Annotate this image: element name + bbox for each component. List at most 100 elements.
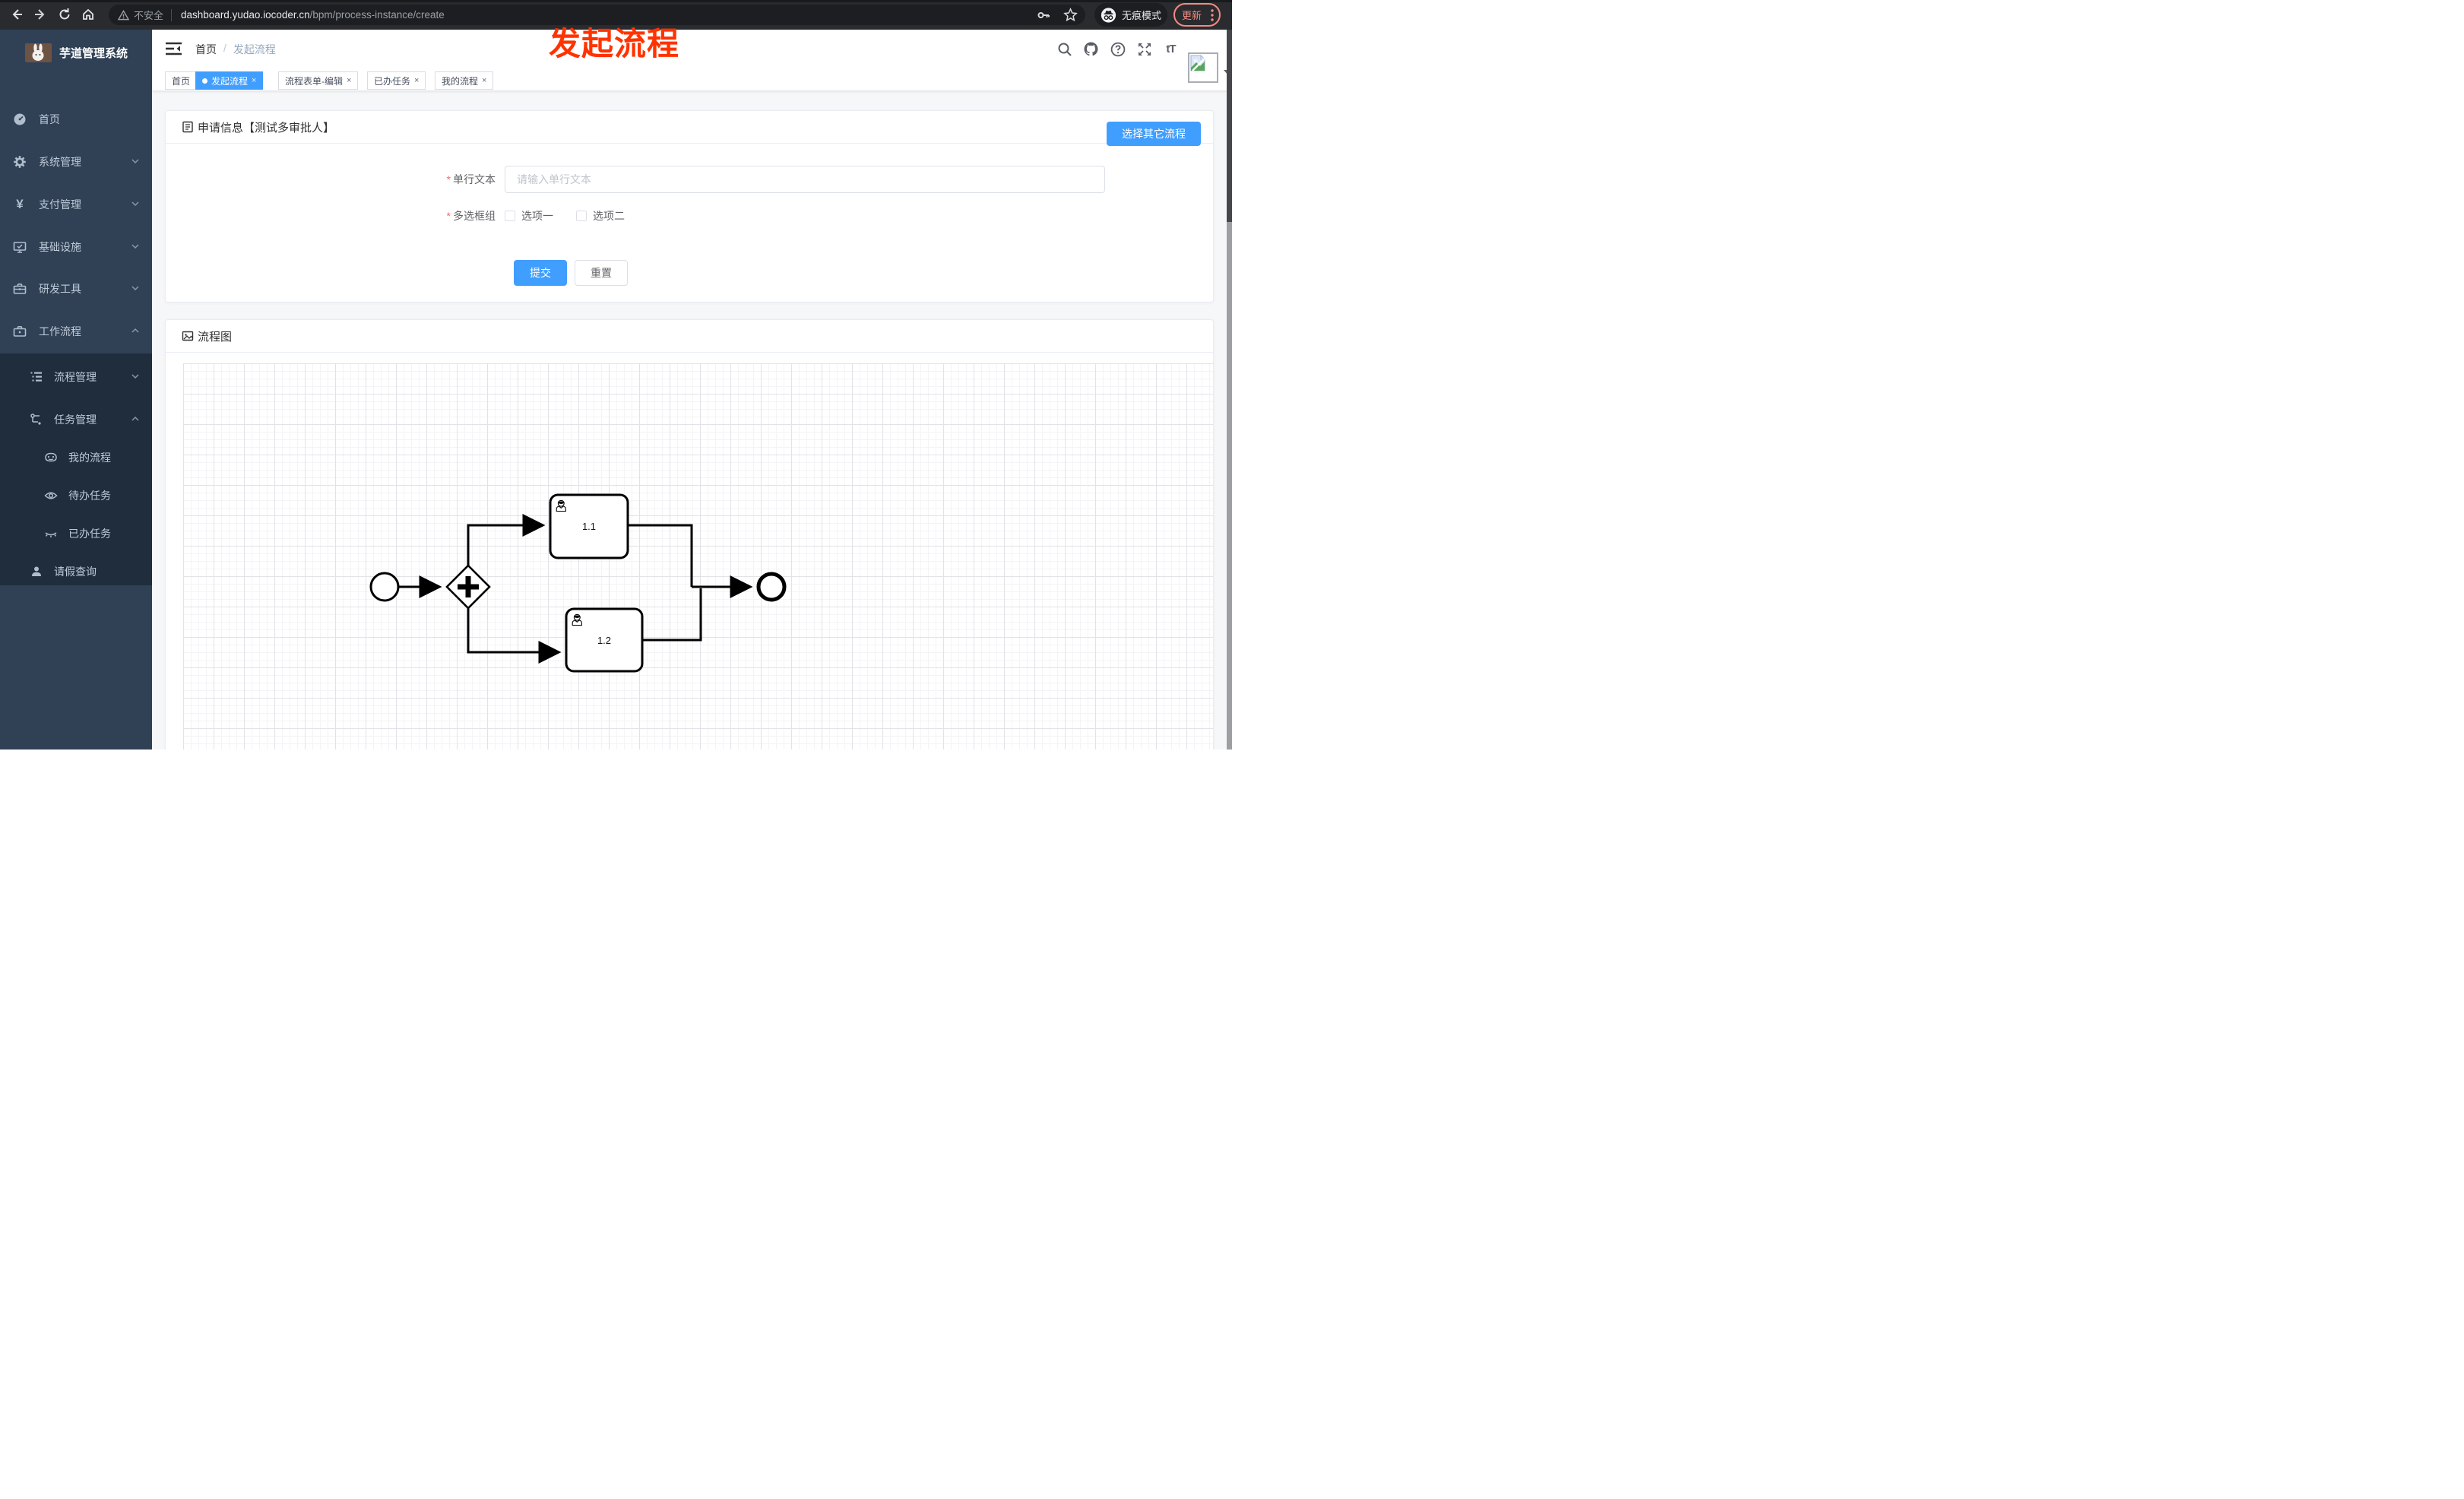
user-icon xyxy=(30,565,43,578)
bpmn-start-event[interactable] xyxy=(369,572,400,602)
chevron-down-icon xyxy=(131,156,140,168)
page-scrollbar-thumb[interactable] xyxy=(1227,30,1232,222)
sidebar-item-task-mgmt[interactable]: 任务管理 xyxy=(0,398,152,441)
tab-done-tasks[interactable]: 已办任务 × xyxy=(367,71,426,90)
browser-forward-icon[interactable] xyxy=(32,6,49,23)
sidebar-item-label: 请假查询 xyxy=(54,566,97,578)
breadcrumb-home[interactable]: 首页 xyxy=(195,42,217,57)
tab-label: 流程表单-编辑 xyxy=(285,75,343,87)
main-content: 申请信息【测试多审批人】 选择其它流程 *单行文本 *多选框组 选项一 选项二 xyxy=(152,92,1227,750)
search-icon[interactable] xyxy=(1056,41,1072,57)
sidebar-item-label: 我的流程 xyxy=(68,452,111,464)
sidebar-item-workflow[interactable]: 工作流程 xyxy=(0,310,152,353)
close-tab-icon[interactable]: × xyxy=(482,76,486,85)
browser-update-button[interactable]: 更新 xyxy=(1173,3,1221,27)
tab-label: 已办任务 xyxy=(374,75,411,87)
password-key-icon[interactable] xyxy=(1036,8,1051,23)
incognito-badge: 无痕模式 xyxy=(1094,3,1167,27)
sidebar-collapse-icon[interactable] xyxy=(165,40,182,57)
breadcrumb-current: 发起流程 xyxy=(233,43,276,55)
url-domain: dashboard.yudao.iocoder.cn xyxy=(181,9,310,21)
picture-icon xyxy=(182,331,194,341)
tab-home[interactable]: 首页 xyxy=(165,71,198,90)
sidebar-item-my-process[interactable]: 我的流程 xyxy=(0,439,152,477)
browser-toolbar: 不安全 dashboard.yudao.iocoder.cn/bpm/proce… xyxy=(0,0,1232,30)
bpmn-user-task-1[interactable]: 1.1 xyxy=(549,493,629,559)
close-tab-icon[interactable]: × xyxy=(347,76,351,85)
robot-face-icon xyxy=(44,451,58,464)
tab-start-process[interactable]: 发起流程 × xyxy=(195,71,264,90)
checkbox-option-2[interactable] xyxy=(576,211,587,221)
yen-icon: ¥ xyxy=(16,197,24,211)
screen: 不安全 dashboard.yudao.iocoder.cn/bpm/proce… xyxy=(0,0,1232,750)
browser-reload-icon[interactable] xyxy=(56,6,73,23)
app-logo-row[interactable]: 芋道管理系统 xyxy=(0,33,152,72)
font-size-icon[interactable]: tT xyxy=(1163,41,1179,57)
form-actions-row: 提交 重置 xyxy=(514,260,628,286)
close-tab-icon[interactable]: × xyxy=(252,76,256,85)
tree-list-icon xyxy=(30,370,43,384)
bpmn-user-task-2[interactable]: 1.2 xyxy=(565,607,644,673)
checkbox-option-2-label[interactable]: 选项二 xyxy=(593,208,625,223)
toolbox-icon xyxy=(13,282,27,296)
required-asterisk: * xyxy=(446,173,451,185)
eye-open-icon xyxy=(44,489,58,502)
bpmn-end-event[interactable] xyxy=(756,572,787,602)
address-bar[interactable]: 不安全 dashboard.yudao.iocoder.cn/bpm/proce… xyxy=(109,5,1085,25)
browser-home-icon[interactable] xyxy=(80,6,97,23)
sidebar-item-label: 系统管理 xyxy=(39,156,81,168)
tab-label: 首页 xyxy=(172,75,191,87)
browser-back-icon[interactable] xyxy=(8,6,25,23)
sidebar-item-todo-tasks[interactable]: 待办任务 xyxy=(0,477,152,515)
tab-my-process[interactable]: 我的流程 × xyxy=(435,71,494,90)
sidebar-item-label: 首页 xyxy=(39,113,60,125)
checkbox-option-1-label[interactable]: 选项一 xyxy=(521,208,553,223)
chevron-down-icon xyxy=(131,371,140,383)
sidebar-item-label: 任务管理 xyxy=(54,414,97,426)
sidebar-item-infra[interactable]: 基础设施 xyxy=(0,226,152,268)
app-logo-rabbit xyxy=(25,43,52,62)
browser-menu-kebab-icon[interactable] xyxy=(1211,8,1214,21)
chevron-down-icon xyxy=(131,241,140,253)
help-icon[interactable] xyxy=(1110,41,1126,57)
text-field-label: * 单行文本 xyxy=(446,173,496,185)
sidebar-item-system[interactable]: 系统管理 xyxy=(0,141,152,183)
reset-button[interactable]: 重置 xyxy=(575,260,628,286)
sidebar-item-label: 基础设施 xyxy=(39,241,81,253)
dashboard-icon xyxy=(13,113,27,126)
sidebar-item-label: 待办任务 xyxy=(68,490,111,502)
github-icon[interactable] xyxy=(1083,41,1099,57)
checkbox-option-1[interactable] xyxy=(505,211,515,221)
sidebar-item-payment[interactable]: ¥ 支付管理 xyxy=(0,183,152,226)
briefcase-icon xyxy=(13,325,27,338)
fullscreen-icon[interactable] xyxy=(1136,41,1152,57)
sidebar-item-process-mgmt[interactable]: 流程管理 xyxy=(0,356,152,398)
app-title: 芋道管理系统 xyxy=(59,46,128,60)
bpmn-parallel-gateway[interactable] xyxy=(445,564,491,610)
submit-button[interactable]: 提交 xyxy=(514,260,567,286)
task-label: 1.1 xyxy=(582,521,596,532)
flow-branch-icon xyxy=(30,413,43,426)
app-header: 首页 / 发起流程 tT xyxy=(152,30,1232,83)
chevron-down-icon xyxy=(131,198,140,211)
sidebar-item-label: 支付管理 xyxy=(39,198,81,211)
sidebar-item-label: 流程管理 xyxy=(54,371,97,383)
url-path: /bpm/process-instance/create xyxy=(309,9,445,21)
sidebar-item-home[interactable]: 首页 xyxy=(0,98,152,141)
window-top-strip xyxy=(0,0,1232,2)
avatar[interactable] xyxy=(1188,52,1218,83)
sidebar-item-leave-query[interactable]: 请假查询 xyxy=(0,553,152,591)
sidebar-item-devtools[interactable]: 研发工具 xyxy=(0,268,152,310)
bpmn-canvas[interactable]: 1.1 1.2 xyxy=(183,363,1213,750)
task-label: 1.2 xyxy=(597,635,611,646)
select-other-process-button[interactable]: 选择其它流程 xyxy=(1107,122,1201,146)
bookmark-star-icon[interactable] xyxy=(1063,8,1078,22)
process-diagram-card-header: 流程图 xyxy=(166,320,1213,353)
tags-view-bar: 首页 发起流程 × 流程表单-编辑 × 已办任务 × 我的流程 × xyxy=(152,68,1227,91)
eye-closed-icon xyxy=(44,527,58,540)
tab-form-edit[interactable]: 流程表单-编辑 × xyxy=(278,71,359,90)
breadcrumb-separator: / xyxy=(223,42,226,54)
single-line-text-input[interactable] xyxy=(505,166,1105,193)
sidebar-item-done-tasks[interactable]: 已办任务 xyxy=(0,515,152,553)
close-tab-icon[interactable]: × xyxy=(414,76,419,85)
